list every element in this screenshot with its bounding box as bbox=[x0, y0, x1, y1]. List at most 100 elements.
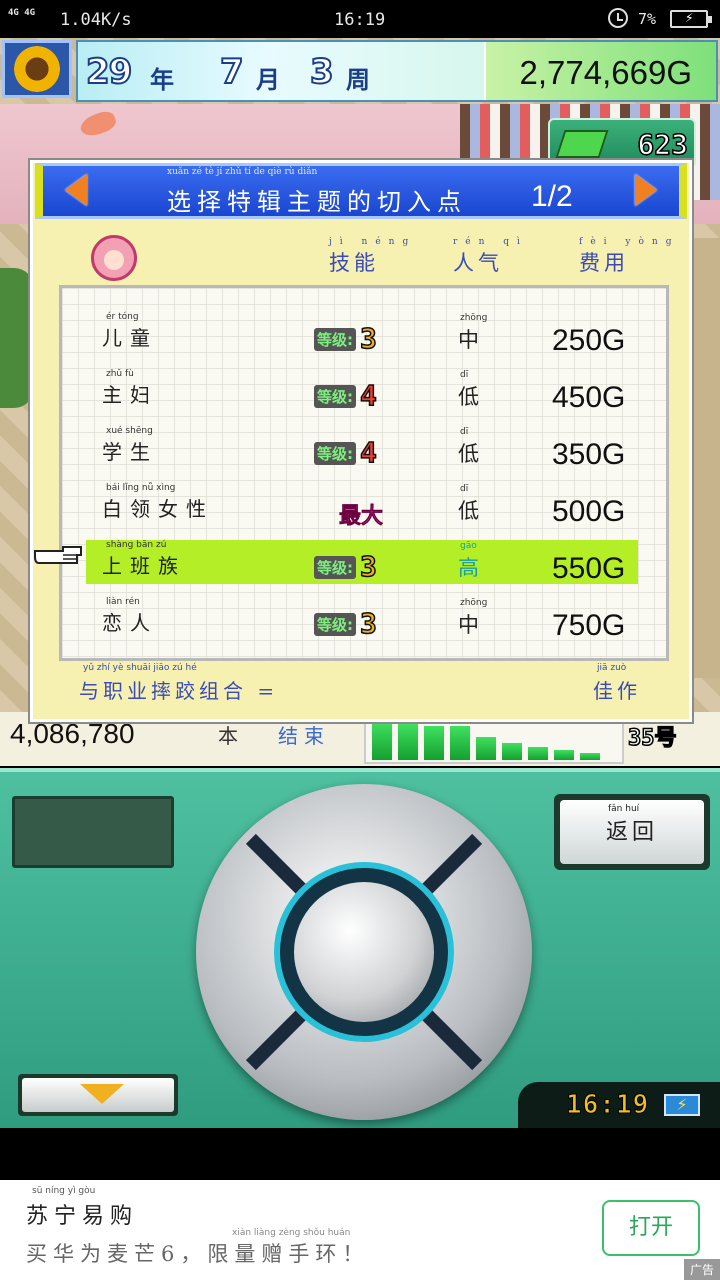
header-popularity-text: 人气 bbox=[453, 251, 503, 275]
level-value: 4 bbox=[359, 436, 377, 469]
popularity: gāo 高 bbox=[458, 541, 479, 582]
prev-page-arrow-icon[interactable] bbox=[65, 174, 87, 206]
header-cost: fèi yòng 费用 bbox=[579, 237, 679, 277]
sales-count: 4,086,780 bbox=[10, 718, 135, 749]
popularity-pinyin: dī bbox=[460, 370, 469, 380]
popularity-pinyin: zhōng bbox=[460, 313, 488, 323]
scroll-down-face bbox=[22, 1078, 174, 1112]
theme-row-office-workers[interactable]: shàng bān zú 上班族 等级: 3 gāo 高 550G bbox=[62, 540, 666, 586]
level-value: 4 bbox=[359, 379, 377, 412]
theme-cost: 350G bbox=[552, 438, 626, 471]
ad-brand-text: 苏宁易购 bbox=[26, 1204, 139, 1229]
header-popularity: rén qì 人气 bbox=[453, 237, 528, 277]
header-skill: jì néng 技能 bbox=[329, 237, 416, 277]
separator bbox=[0, 1128, 720, 1180]
ad-open-button[interactable]: 打开 bbox=[602, 1200, 700, 1256]
popularity: dī 低 bbox=[458, 484, 479, 525]
level-label: 等级: bbox=[314, 441, 356, 465]
popularity-pinyin: dī bbox=[460, 484, 469, 494]
popularity-text: 低 bbox=[458, 385, 479, 409]
sales-bar bbox=[580, 753, 600, 760]
theme-name-text: 上班族 bbox=[102, 554, 186, 578]
level-label: 等级: bbox=[314, 384, 356, 408]
theme-row-students[interactable]: xué shēng 学生 等级: 4 dī 低 350G bbox=[62, 426, 666, 472]
next-page-arrow-icon[interactable] bbox=[635, 174, 657, 206]
money-display: 2,774,669G bbox=[484, 42, 716, 100]
scroll-down-button[interactable] bbox=[18, 1074, 178, 1116]
theme-name: liàn rén 恋人 bbox=[102, 597, 158, 636]
theme-select-dialog: xuǎn zé tè jí zhǔ tí de qiè rù diǎn 选择特辑… bbox=[30, 160, 692, 722]
dialog-title-pinyin: xuǎn zé tè jí zhǔ tí de qiè rù diǎn bbox=[167, 167, 318, 177]
theme-name: shàng bān zú 上班族 bbox=[102, 540, 186, 579]
skill-level: 等级: 3 bbox=[314, 607, 378, 640]
popularity-pinyin: gāo bbox=[460, 541, 477, 551]
game-clock-time: 16:19 bbox=[565, 1090, 650, 1121]
theme-name-pinyin: bái lǐng nǚ xìng bbox=[106, 483, 176, 493]
month-unit: 月 bbox=[256, 66, 280, 94]
status-clock: 16:19 bbox=[334, 10, 386, 30]
battery-percent: 7% bbox=[638, 10, 657, 28]
sunflower-petals bbox=[14, 46, 60, 92]
popularity-pinyin: zhōng bbox=[460, 598, 488, 608]
combo-pinyin: yǔ zhí yè shuāi jiāo zú hé bbox=[83, 663, 197, 673]
theme-row-office-ladies[interactable]: bái lǐng nǚ xìng 白领女性 最大 dī 低 500G bbox=[62, 483, 666, 529]
status-end: 结束 bbox=[278, 724, 330, 748]
theme-name-pinyin: shàng bān zú bbox=[106, 540, 167, 550]
theme-cost: 750G bbox=[552, 609, 626, 642]
ad-banner[interactable]: sū níng yì gòu 苏宁易购 xiàn liàng zèng shǒu… bbox=[0, 1180, 720, 1280]
ad-slogan: xiàn liàng zèng shǒu huán 买华为麦芒6，限量赠手环！ bbox=[26, 1228, 369, 1268]
back-button[interactable]: fǎn huí 返回 bbox=[554, 794, 710, 870]
year-number: 29 bbox=[85, 51, 133, 93]
popularity-pinyin: dī bbox=[460, 427, 469, 437]
hand-pointer-icon bbox=[34, 546, 82, 564]
popularity: zhōng 中 bbox=[458, 313, 487, 354]
theme-cost: 450G bbox=[552, 381, 626, 414]
audience-face-icon bbox=[91, 235, 137, 281]
network-speed: 1.04K/s bbox=[60, 10, 132, 30]
sales-bar bbox=[528, 747, 548, 760]
theme-name-text: 白领女性 bbox=[102, 497, 214, 521]
ad-slogan-pinyin: xiàn liàng zèng shǒu huán bbox=[232, 1228, 351, 1238]
triangle-down-icon bbox=[80, 1084, 124, 1104]
directional-pad[interactable] bbox=[196, 784, 532, 1120]
popularity-text: 中 bbox=[458, 328, 479, 352]
alarm-icon bbox=[608, 8, 628, 28]
week-rank: 35号 bbox=[627, 725, 677, 752]
month-number: 7 bbox=[219, 51, 245, 93]
date-money-bar: 29 年 7 月 3 周 2,774,669G bbox=[76, 40, 718, 102]
theme-name: zhǔ fù 主妇 bbox=[102, 369, 158, 408]
combo-result-text: 佳作 bbox=[593, 679, 641, 703]
status-bar: 4G 4G 1.04K/s 16:19 7% ⚡ bbox=[0, 0, 720, 38]
header-cost-pinyin: fèi yòng bbox=[579, 237, 680, 247]
battery-icon: ⚡ bbox=[670, 10, 712, 28]
theme-row-children[interactable]: ér tóng 儿童 等级: 3 zhōng 中 250G bbox=[62, 312, 666, 358]
popularity-text: 中 bbox=[458, 613, 479, 637]
popularity-text: 低 bbox=[458, 499, 479, 523]
level-value: 3 bbox=[359, 322, 377, 355]
sunflower-icon[interactable] bbox=[2, 40, 72, 98]
back-label: 返回 bbox=[605, 820, 658, 845]
sales-bar bbox=[476, 737, 496, 760]
theme-name: xué shēng 学生 bbox=[102, 426, 158, 465]
book-icon bbox=[555, 130, 609, 158]
theme-name-pinyin: zhǔ fù bbox=[106, 369, 134, 379]
ad-label: 广告 bbox=[683, 1259, 720, 1280]
theme-name-text: 主妇 bbox=[102, 383, 158, 407]
theme-name-text: 恋人 bbox=[102, 611, 158, 635]
game-clock: 16:19 ⚡ bbox=[518, 1082, 720, 1132]
theme-row-housewife[interactable]: zhǔ fù 主妇 等级: 4 dī 低 450G bbox=[62, 369, 666, 415]
theme-row-couples[interactable]: liàn rén 恋人 等级: 3 zhōng 中 750G bbox=[62, 597, 666, 643]
theme-name-text: 学生 bbox=[102, 440, 158, 464]
level-value: 3 bbox=[359, 607, 377, 640]
sales-bar bbox=[502, 743, 522, 760]
theme-name: ér tóng 儿童 bbox=[102, 312, 158, 351]
skill-level: 等级: 4 bbox=[314, 436, 378, 469]
sales-bar bbox=[398, 724, 418, 760]
counter-value: 623 bbox=[637, 127, 689, 162]
theme-name-pinyin: liàn rén bbox=[106, 597, 140, 607]
combo-line: yǔ zhí yè shuāi jiāo zú hé 与职业摔跤组合 = bbox=[79, 663, 278, 704]
combo-result: jiā zuò 佳作 bbox=[593, 663, 641, 704]
skill-level: 等级: 4 bbox=[314, 379, 378, 412]
popularity: dī 低 bbox=[458, 370, 479, 411]
confirm-button[interactable] bbox=[294, 882, 434, 1022]
